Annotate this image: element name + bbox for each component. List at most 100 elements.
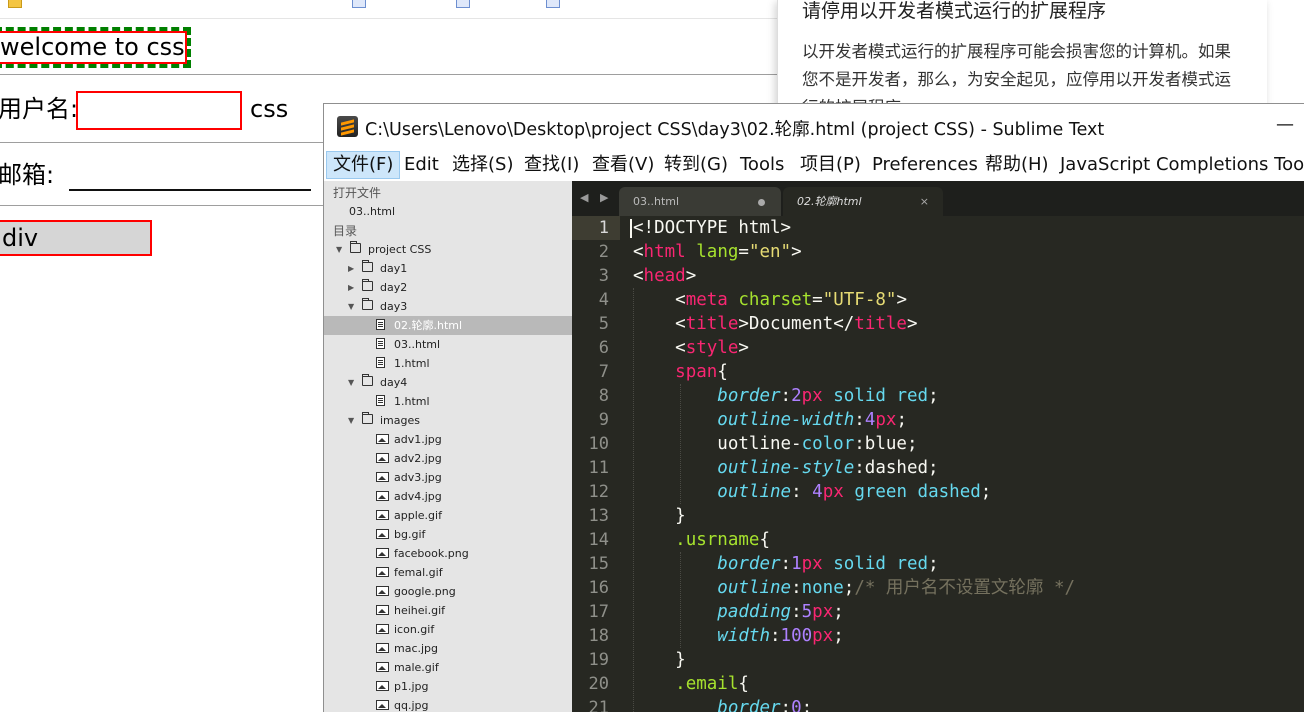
tree-file[interactable]: apple.gif xyxy=(324,506,572,525)
email-input[interactable] xyxy=(69,171,311,191)
menu-item[interactable]: 查看(V) xyxy=(586,152,660,178)
code-line[interactable]: width:100px; xyxy=(633,624,843,648)
tree-file[interactable]: 02.轮廓.html xyxy=(324,316,572,335)
code-line[interactable]: outline-style:dashed; xyxy=(633,456,938,480)
expand-arrow-down-icon[interactable]: ▼ xyxy=(348,411,354,430)
tree-item-label: mac.jpg xyxy=(394,642,439,655)
title-bar[interactable]: C:\Users\Lenovo\Desktop\project CSS\day3… xyxy=(324,104,1304,149)
bookmark-folder-icon[interactable] xyxy=(8,0,22,8)
code-line[interactable]: border:0; xyxy=(633,696,812,712)
code-line[interactable]: } xyxy=(633,504,686,528)
tab-03-html[interactable]: 03..html xyxy=(619,187,781,216)
code-line[interactable]: .usrname{ xyxy=(633,528,770,552)
code-line[interactable]: <head> xyxy=(633,264,696,288)
expand-arrow-right-icon[interactable]: ▶ xyxy=(348,278,354,297)
tree-file[interactable]: icon.gif xyxy=(324,620,572,639)
menu-item[interactable]: JavaScript Completions Tools xyxy=(1054,152,1304,178)
menu-item[interactable]: Edit xyxy=(398,152,445,178)
code-token: ; xyxy=(833,602,844,622)
code-line[interactable]: outline: 4px green dashed; xyxy=(633,480,991,504)
menu-item[interactable]: 选择(S) xyxy=(446,152,519,178)
tree-item-label: bg.gif xyxy=(394,528,426,541)
tree-file[interactable]: heihei.gif xyxy=(324,601,572,620)
menu-item[interactable]: Tools xyxy=(734,152,790,178)
username-input[interactable] xyxy=(76,91,242,130)
image-file-icon xyxy=(376,434,389,444)
bookmark-icon[interactable] xyxy=(546,0,560,8)
menu-item[interactable]: Preferences xyxy=(866,152,984,178)
expand-arrow-right-icon[interactable]: ▶ xyxy=(348,259,354,278)
bookmark-icon[interactable] xyxy=(352,0,366,8)
code-token: "en" xyxy=(748,242,792,262)
tree-file[interactable]: femal.gif xyxy=(324,563,572,582)
tree-file[interactable]: facebook.png xyxy=(324,544,572,563)
close-tab-icon[interactable]: × xyxy=(920,187,929,216)
code-line[interactable]: border:2px solid red; xyxy=(633,384,938,408)
tree-folder[interactable]: ▼ images xyxy=(324,411,572,430)
code-token: lang xyxy=(696,242,739,262)
tree-file[interactable]: 03..html xyxy=(324,335,572,354)
tree-item-label: apple.gif xyxy=(394,509,442,522)
code-line[interactable]: .email{ xyxy=(633,672,749,696)
code-token: : xyxy=(769,626,781,646)
code-line[interactable]: padding:5px; xyxy=(633,600,844,624)
tree-file[interactable]: mac.jpg xyxy=(324,639,572,658)
code-line[interactable]: <meta charset="UTF-8"> xyxy=(633,288,907,312)
image-file-icon xyxy=(376,605,389,615)
code-token: : xyxy=(854,410,865,430)
line-number: 17 xyxy=(588,602,609,622)
tree-file[interactable]: 1.html xyxy=(324,354,572,373)
code-line[interactable]: <title>Document</title> xyxy=(633,312,917,336)
expand-arrow-down-icon[interactable]: ▼ xyxy=(348,297,354,316)
tree-file[interactable]: 1.html xyxy=(324,392,572,411)
code-token: head xyxy=(643,266,686,286)
tree-file[interactable]: bg.gif xyxy=(324,525,572,544)
code-line[interactable]: } xyxy=(633,648,686,672)
tree-file[interactable]: p1.jpg xyxy=(324,677,572,696)
tree-file[interactable]: male.gif xyxy=(324,658,572,677)
tree-item-label: day4 xyxy=(380,376,408,389)
tree-folder[interactable]: ▶ day2 xyxy=(324,278,572,297)
tree-file[interactable]: adv2.jpg xyxy=(324,449,572,468)
menu-item[interactable]: 帮助(H) xyxy=(979,152,1055,178)
bookmark-icon[interactable] xyxy=(456,0,470,8)
popup-body: 以开发者模式运行的扩展程序可能会损害您的计算机。如果您不是开发者，那么，为安全起… xyxy=(802,42,1231,112)
menu-item[interactable]: 转到(G) xyxy=(658,152,734,178)
tree-file[interactable]: adv3.jpg xyxy=(324,468,572,487)
expand-arrow-down-icon[interactable]: ▼ xyxy=(348,373,354,392)
code-line[interactable]: uotline-color:blue; xyxy=(633,432,917,456)
code-line[interactable]: <style> xyxy=(633,336,749,360)
tab-nav-arrows[interactable]: ◀ ▶ xyxy=(580,191,612,204)
menu-item[interactable]: 项目(P) xyxy=(794,152,867,178)
minimize-button[interactable]: — xyxy=(1276,114,1294,135)
username-label: 用户名: xyxy=(0,95,79,123)
code-line[interactable]: <!DOCTYPE html> xyxy=(633,216,791,240)
div-box: div xyxy=(0,220,152,256)
code-line[interactable]: outline:none;/* 用户名不设置文轮廓 */ xyxy=(633,576,1075,600)
menu-item[interactable]: 查找(I) xyxy=(518,152,585,178)
code-line[interactable]: border:1px solid red; xyxy=(633,552,938,576)
code-line[interactable]: outline-width:4px; xyxy=(633,408,907,432)
open-folder-icon xyxy=(350,241,361,253)
expand-arrow-down-icon[interactable]: ▼ xyxy=(336,240,342,259)
tree-folder[interactable]: ▶ day1 xyxy=(324,259,572,278)
tree-folder[interactable]: ▼ day4 xyxy=(324,373,572,392)
tree-item-label: p1.jpg xyxy=(394,680,429,693)
menu-item[interactable]: 文件(F) xyxy=(326,151,401,179)
tree-file[interactable]: qq.jpg xyxy=(324,696,572,712)
tree-file[interactable]: google.png xyxy=(324,582,572,601)
tree-folder[interactable]: ▼ project CSS xyxy=(324,240,572,259)
tree-folder[interactable]: ▼ day3 xyxy=(324,297,572,316)
tree-file[interactable]: adv1.jpg xyxy=(324,430,572,449)
code-editor[interactable]: 1 2 3 4 5 6 7 8 9 10 11 12 13 14 15 16 17 18 19 20 21 <!DOCT… xyxy=(572,216,1304,712)
open-file-item[interactable]: 03..html xyxy=(324,202,572,221)
tree-file[interactable]: adv4.jpg xyxy=(324,487,572,506)
code-line[interactable]: span{ xyxy=(633,360,728,384)
tab-02-outline-html[interactable]: 02.轮廓html × xyxy=(783,187,943,216)
code-line[interactable]: <html lang="en"> xyxy=(633,240,802,264)
